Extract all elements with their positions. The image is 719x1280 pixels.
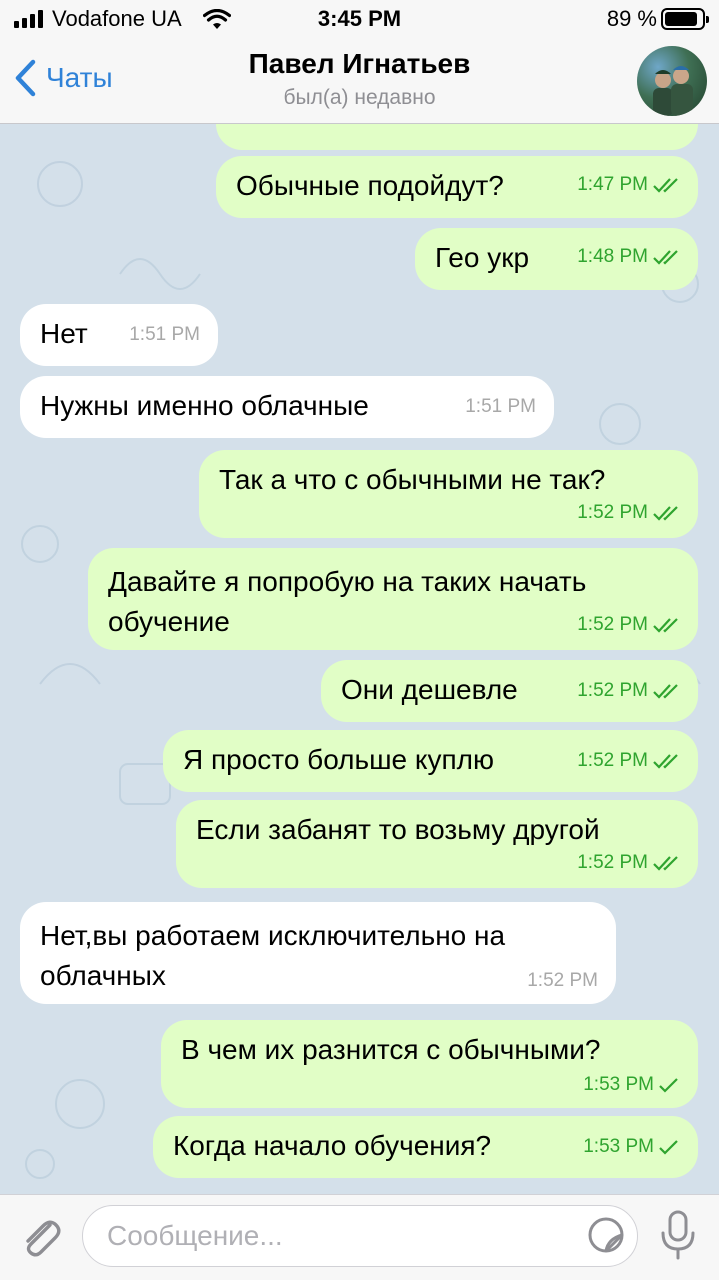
outgoing-message[interactable]: Они дешевле 1:52 PM <box>321 660 698 722</box>
outgoing-message[interactable]: Давайте я попробую на таких начать обучен… <box>88 548 698 650</box>
message-text: Когда начало обучения? <box>173 1126 491 1166</box>
avatar[interactable] <box>637 46 707 116</box>
message-text: Они дешевле <box>341 670 518 710</box>
message-line: обучение <box>108 606 230 637</box>
incoming-message[interactable]: Нет 1:51 PM <box>20 304 218 366</box>
message-text: Если забанят то возьму другой <box>196 810 600 850</box>
message-time: 1:52 PM <box>577 852 648 873</box>
message-line: Они дешевле <box>341 674 518 705</box>
message-text: Нужны именно облачные <box>40 386 369 426</box>
chat-header: Чаты Павел Игнатьев был(а) недавно <box>0 40 719 124</box>
outgoing-message[interactable]: Так а что с обычными не так? 1:52 PM <box>199 450 698 538</box>
message-meta: 1:52 PM <box>527 970 598 992</box>
message-text: Я просто больше куплю <box>183 740 494 780</box>
sent-check-icon <box>659 1078 678 1093</box>
message-meta: 1:52 PM <box>577 680 680 702</box>
message-line: Гео укр <box>435 242 530 273</box>
battery-icon <box>661 8 709 30</box>
message-meta: 1:48 PM <box>577 246 680 268</box>
message-text: Гео укр <box>435 238 529 278</box>
message-line: Если забанят то возьму другой <box>196 814 600 845</box>
status-bar: Vodafone UA 3:45 PM 89 % <box>0 0 719 40</box>
message-time: 1:52 PM <box>577 502 648 523</box>
outgoing-message[interactable]: Если забанят то возьму другой 1:52 PM <box>176 800 698 888</box>
message-line: Нужны именно облачные <box>40 390 369 421</box>
last-seen-status: был(а) недавно <box>283 86 436 109</box>
read-double-check-icon <box>653 250 678 265</box>
message-line: облачных <box>40 960 166 991</box>
message-meta: 1:53 PM <box>583 1136 680 1158</box>
message-line: Когда начало обучения? <box>173 1130 492 1161</box>
message-text: Давайте я попробую на таких начать обучен… <box>108 562 586 642</box>
message-input[interactable] <box>82 1205 638 1267</box>
message-line: Так а что с обычными не так? <box>219 464 606 495</box>
message-meta: 1:47 PM <box>577 174 680 196</box>
contact-name[interactable]: Павел Игнатьев <box>0 48 719 80</box>
outgoing-message[interactable]: Я просто больше куплю 1:52 PM <box>163 730 698 792</box>
read-double-check-icon <box>653 178 678 193</box>
message-meta: 1:52 PM <box>577 502 680 524</box>
message-time: 1:47 PM <box>577 174 648 195</box>
message-time: 1:48 PM <box>577 246 648 267</box>
message-line: облачных не нашел <box>236 124 493 130</box>
read-double-check-icon <box>653 754 678 769</box>
microphone-icon[interactable] <box>660 1209 696 1261</box>
message-time: 1:51 PM <box>465 396 536 417</box>
message-line: Давайте я попробую на таких начать <box>108 566 587 597</box>
message-line: Нет,вы работаем исключительно на <box>40 920 506 951</box>
message-text: облачных не нашел <box>236 124 493 130</box>
sticker-icon[interactable] <box>586 1215 626 1255</box>
message-line: Обычные подойдут? <box>236 170 504 201</box>
read-double-check-icon <box>653 506 678 521</box>
outgoing-message[interactable]: Обычные подойдут? 1:47 PM <box>216 156 698 218</box>
sent-check-icon <box>659 1140 678 1155</box>
message-list[interactable]: облачных не нашел1:47 PMОбычные подойдут… <box>0 124 719 1194</box>
message-line: В чем их разнится с обычными? <box>181 1034 601 1065</box>
outgoing-message[interactable]: Гео укр 1:48 PM <box>415 228 698 290</box>
message-time: 1:51 PM <box>129 324 200 345</box>
message-meta: 1:51 PM <box>465 396 536 418</box>
message-meta: 1:52 PM <box>577 750 680 772</box>
message-meta: 1:52 PM <box>577 614 680 636</box>
message-meta: 1:53 PM <box>583 1074 680 1096</box>
paperclip-icon[interactable] <box>16 1213 64 1261</box>
message-time: 1:52 PM <box>577 750 648 771</box>
incoming-message[interactable]: Нужны именно облачные 1:51 PM <box>20 376 554 438</box>
message-meta: 1:52 PM <box>577 852 680 874</box>
message-time: 1:53 PM <box>583 1136 654 1157</box>
battery-percent: 89 % <box>606 6 657 31</box>
message-time: 1:52 PM <box>527 970 598 991</box>
message-text: Нет,вы работаем исключительно на облачных <box>40 916 505 996</box>
incoming-message[interactable]: Нет,вы работаем исключительно на облачных… <box>20 902 616 1004</box>
message-time: 1:52 PM <box>577 614 648 635</box>
message-line: Я просто больше куплю <box>183 744 494 775</box>
composer-bar <box>0 1194 719 1280</box>
read-double-check-icon <box>653 684 678 699</box>
outgoing-message[interactable]: облачных не нашел1:47 PM <box>216 124 698 150</box>
message-text: В чем их разнится с обычными? <box>181 1030 600 1070</box>
message-time: 1:53 PM <box>583 1074 654 1095</box>
message-line: Нет <box>40 318 88 349</box>
outgoing-message[interactable]: Когда начало обучения? 1:53 PM <box>153 1116 698 1178</box>
message-meta: 1:51 PM <box>129 324 200 346</box>
message-text: Обычные подойдут? <box>236 166 504 206</box>
read-double-check-icon <box>653 618 678 633</box>
message-time: 1:52 PM <box>577 680 648 701</box>
outgoing-message[interactable]: В чем их разнится с обычными? 1:53 PM <box>161 1020 698 1108</box>
message-text: Так а что с обычными не так? <box>219 460 605 500</box>
read-double-check-icon <box>653 856 678 871</box>
message-text: Нет <box>40 314 88 354</box>
